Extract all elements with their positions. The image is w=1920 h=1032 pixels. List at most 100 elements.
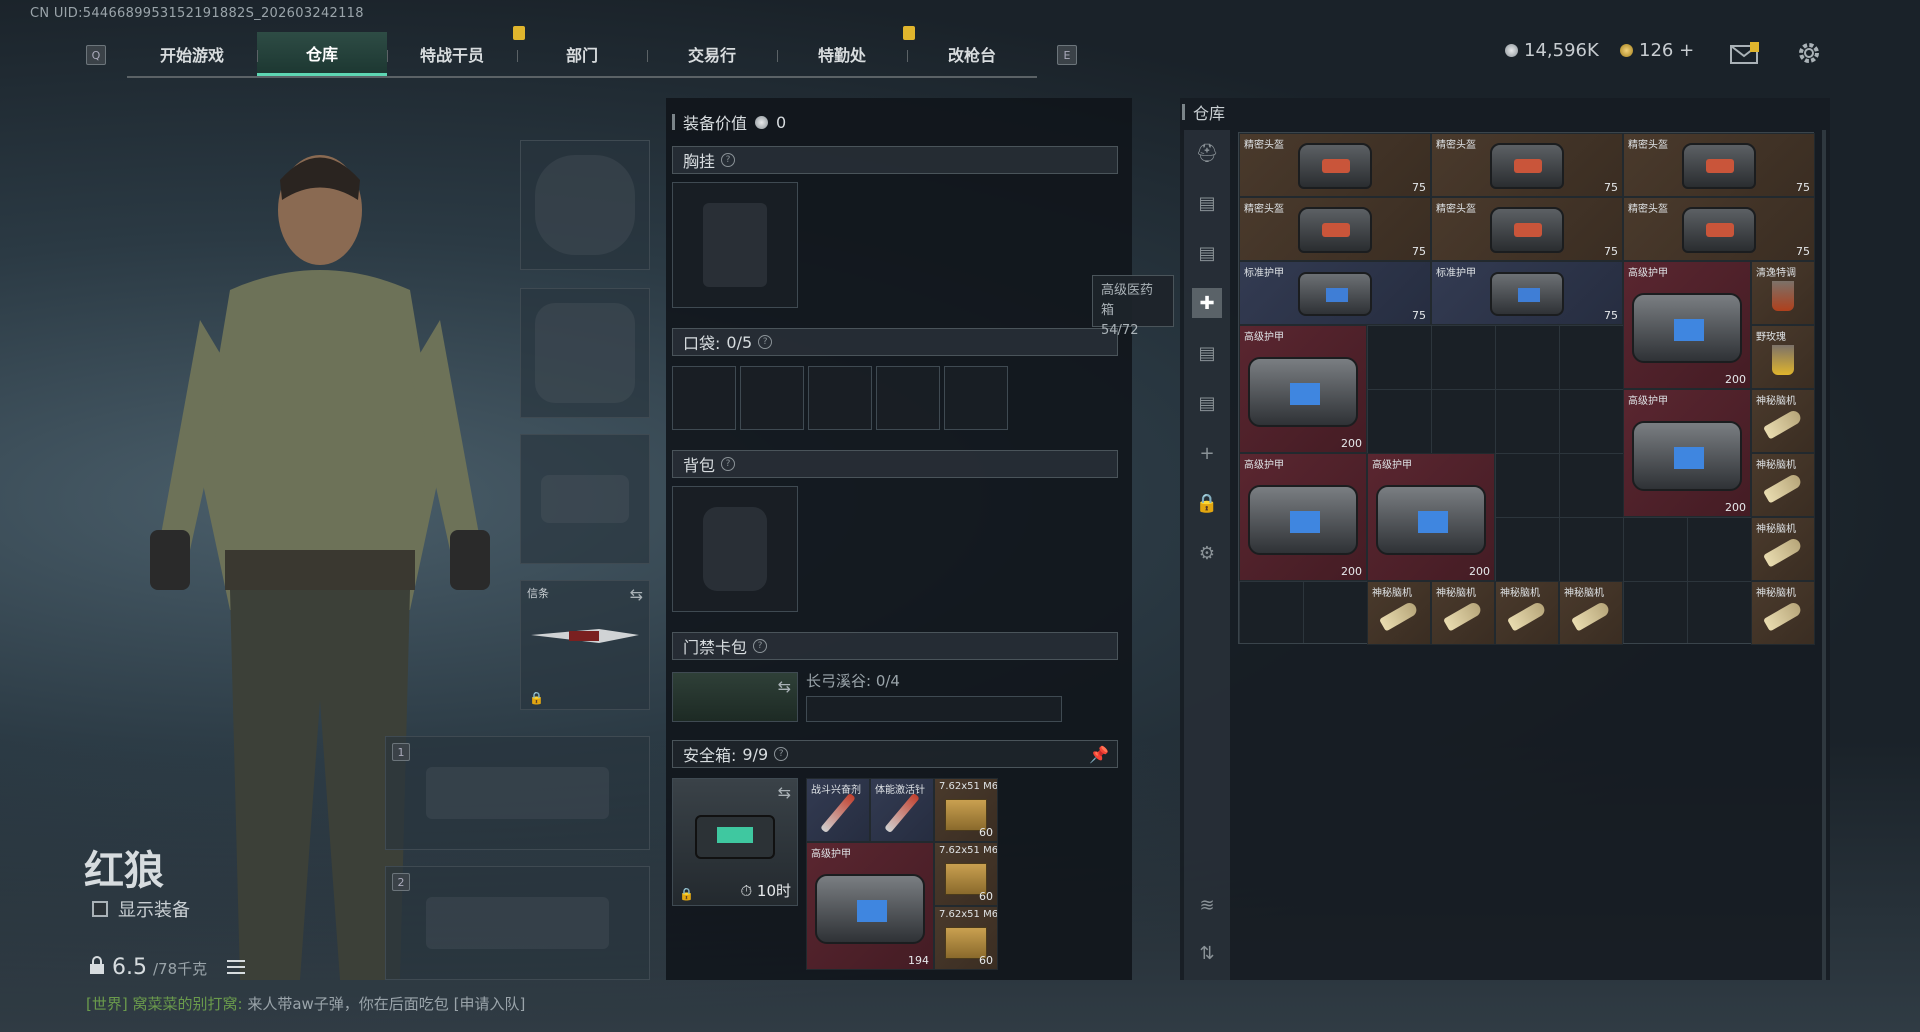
- pin-icon[interactable]: 📌: [1089, 745, 1109, 764]
- secure-item[interactable]: 7.62x51 M61 60: [934, 842, 998, 906]
- tab-warehouse[interactable]: 仓库: [257, 32, 387, 76]
- chat-join-link[interactable]: [申请入队]: [454, 995, 526, 1013]
- coin-amount: 14,596K: [1524, 40, 1599, 61]
- pocket-slot[interactable]: [808, 366, 872, 430]
- warehouse-item[interactable]: 神秘脑机: [1751, 389, 1815, 453]
- secure-item[interactable]: 7.62x51 M61 60: [934, 778, 998, 842]
- warehouse-item[interactable]: 高级护甲 200: [1623, 389, 1751, 517]
- premium-coin-icon: [1620, 44, 1633, 57]
- warehouse-item[interactable]: 精密头盔 75: [1239, 133, 1431, 197]
- coin-icon: [755, 115, 769, 129]
- backpack-slot[interactable]: [672, 486, 798, 612]
- tab-start-game[interactable]: 开始游戏: [127, 32, 257, 76]
- warehouse-iv-icon[interactable]: ▤: [1192, 238, 1222, 268]
- pocket-slot[interactable]: [672, 366, 736, 430]
- pocket-slot[interactable]: [944, 366, 1008, 430]
- primary-weapon-slot-1[interactable]: 1: [385, 736, 650, 850]
- helmet-silhouette-icon: [535, 155, 635, 255]
- primary-weapon-slot-2[interactable]: 2: [385, 866, 650, 980]
- warehouse-item[interactable]: 神秘脑机: [1367, 581, 1431, 645]
- warehouse-item[interactable]: 神秘脑机: [1431, 581, 1495, 645]
- backpack-silhouette-icon: [703, 507, 767, 591]
- help-icon[interactable]: ?: [753, 639, 768, 653]
- next-tab-key[interactable]: E: [1057, 45, 1077, 65]
- warehouse-v-icon[interactable]: ▤: [1192, 188, 1222, 218]
- layers-icon[interactable]: ≋: [1192, 890, 1222, 920]
- keycard-slots[interactable]: [806, 696, 1062, 722]
- checkbox[interactable]: [92, 901, 108, 917]
- helmet-slot[interactable]: [520, 140, 650, 270]
- warehouse-item[interactable]: 精密头盔 75: [1623, 133, 1815, 197]
- melee-slot[interactable]: 信条 ⇆ 🔒: [520, 580, 650, 710]
- warehouse-medkit-icon[interactable]: ✚: [1192, 288, 1222, 318]
- warehouse-item[interactable]: 高级护甲 200: [1239, 453, 1367, 581]
- swap-icon[interactable]: ⇆: [778, 677, 791, 696]
- helmet-icon: [1682, 207, 1756, 254]
- warehouse-item[interactable]: 高级护甲 200: [1367, 453, 1495, 581]
- help-icon[interactable]: ?: [774, 747, 789, 761]
- sort-icon[interactable]: ⇅: [1192, 938, 1222, 968]
- warehouse-item[interactable]: 神秘脑机: [1495, 581, 1559, 645]
- armor-icon: [1490, 272, 1564, 317]
- secure-case-slot[interactable]: ⇆ 🔒 ⏱ 10时: [672, 778, 798, 906]
- pistol-slot[interactable]: [520, 434, 650, 564]
- tab-gunsmith[interactable]: 改枪台: [907, 32, 1037, 76]
- help-icon[interactable]: ?: [721, 153, 736, 167]
- helmet-filter-icon[interactable]: ⛑: [1192, 138, 1222, 168]
- warehouse-item[interactable]: 神秘脑机: [1559, 581, 1623, 645]
- warehouse-item[interactable]: 高级护甲 200: [1623, 261, 1751, 389]
- item-name: 精密头盔: [1436, 204, 1476, 215]
- list-icon[interactable]: [227, 955, 246, 980]
- prev-tab-key[interactable]: Q: [86, 45, 106, 65]
- chat-channel: [世界]: [86, 995, 128, 1013]
- lock-icon[interactable]: 🔒: [1192, 488, 1222, 518]
- premium-balance[interactable]: 126 +: [1620, 40, 1694, 61]
- secure-item[interactable]: 高级护甲 194: [806, 842, 934, 970]
- secure-item[interactable]: 体能激活针: [870, 778, 934, 842]
- help-icon[interactable]: ?: [758, 335, 773, 349]
- tab-operators[interactable]: 特战干员: [387, 26, 525, 76]
- gear-icon[interactable]: ⚙: [1192, 538, 1222, 568]
- warehouse-item[interactable]: 精密头盔 75: [1239, 197, 1431, 261]
- warehouse-ii-icon[interactable]: ▤: [1192, 338, 1222, 368]
- warehouse-item[interactable]: 神秘脑机: [1751, 581, 1815, 645]
- armor-icon: [1248, 356, 1358, 427]
- swap-icon[interactable]: ⇆: [778, 783, 791, 802]
- warehouse-item[interactable]: 精密头盔 75: [1431, 133, 1623, 197]
- warehouse-iii-icon[interactable]: ▤: [1192, 388, 1222, 418]
- warehouse-item[interactable]: 神秘脑机: [1751, 453, 1815, 517]
- warehouse-item[interactable]: 标准护甲 75: [1431, 261, 1623, 325]
- warehouse-scrollbar[interactable]: [1822, 130, 1826, 980]
- pocket-slot[interactable]: [876, 366, 940, 430]
- pocket-slot[interactable]: [740, 366, 804, 430]
- equipment-value: 装备价值 0: [672, 110, 786, 134]
- secure-item[interactable]: 7.62x51 M61 60: [934, 906, 998, 970]
- secure-item[interactable]: 战斗兴奋剂: [806, 778, 870, 842]
- keycard-case-slot[interactable]: ⇆: [672, 672, 798, 722]
- warehouse-item[interactable]: 清逸特调: [1751, 261, 1815, 325]
- chest-rig-slot[interactable]: [672, 182, 798, 308]
- tab-market[interactable]: 交易行: [647, 32, 777, 76]
- lock-icon: 🔒: [679, 887, 694, 901]
- help-icon[interactable]: ?: [721, 457, 736, 471]
- item-name: 精密头盔: [1244, 140, 1284, 151]
- tab-department[interactable]: 部门: [517, 32, 647, 76]
- warehouse-item[interactable]: 高级护甲 200: [1239, 325, 1367, 453]
- show-equipment-toggle[interactable]: 显示装备: [92, 896, 190, 922]
- warehouse-item[interactable]: 野玫瑰: [1751, 325, 1815, 389]
- secure-case-label: 安全箱:: [683, 746, 737, 765]
- mail-icon[interactable]: [1730, 42, 1760, 68]
- item-count: 75: [1604, 245, 1618, 258]
- warehouse-item[interactable]: 精密头盔 75: [1431, 197, 1623, 261]
- armor-slot[interactable]: [520, 288, 650, 418]
- tab-special-ops[interactable]: 特勤处: [777, 26, 915, 76]
- warehouse-item[interactable]: 神秘脑机: [1751, 517, 1815, 581]
- warehouse-item[interactable]: 标准护甲 75: [1239, 261, 1431, 325]
- chat-user[interactable]: 窝菜菜的别打窝:: [133, 995, 243, 1013]
- settings-gear-icon[interactable]: [1796, 40, 1822, 70]
- swap-icon[interactable]: ⇆: [630, 585, 643, 604]
- warehouse-item[interactable]: 精密头盔 75: [1623, 197, 1815, 261]
- add-icon[interactable]: +: [1192, 438, 1222, 468]
- item-count: 200: [1725, 501, 1746, 514]
- world-chat[interactable]: [世界] 窝菜菜的别打窝: 来人带aw子弹，你在后面吃包 [申请入队]: [86, 993, 525, 1014]
